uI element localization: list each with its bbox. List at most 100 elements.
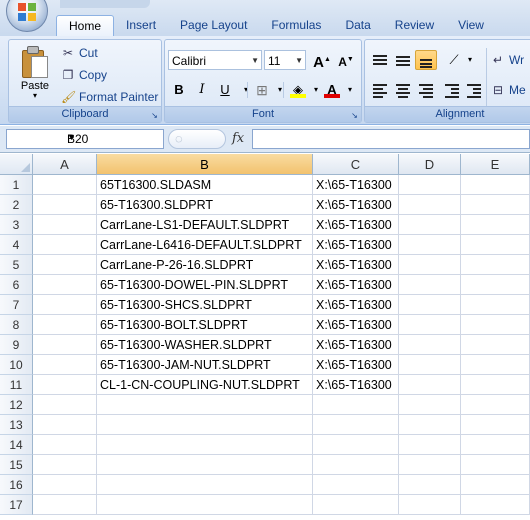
tab-review[interactable]: Review	[383, 15, 446, 36]
cell-d9[interactable]	[399, 335, 461, 355]
cell-d17[interactable]	[399, 495, 461, 515]
cut-button[interactable]: ✂ Cut	[61, 43, 98, 63]
column-header-a[interactable]: A	[33, 154, 97, 175]
row-header[interactable]: 16	[0, 475, 33, 495]
cell-b5[interactable]: CarrLane-P-26-16.SLDPRT	[97, 255, 313, 275]
cell-d5[interactable]	[399, 255, 461, 275]
italic-button[interactable]: I	[191, 80, 213, 100]
cell-a17[interactable]	[33, 495, 97, 515]
font-dialog-launcher-icon[interactable]: ↘	[350, 111, 359, 120]
grow-font-button[interactable]: A▲	[311, 50, 333, 71]
cell-a7[interactable]	[33, 295, 97, 315]
cell-c14[interactable]	[313, 435, 399, 455]
row-header[interactable]: 2	[0, 195, 33, 215]
cell-e2[interactable]	[461, 195, 530, 215]
cell-c5[interactable]: X:\65-T16300	[313, 255, 399, 275]
cell-d16[interactable]	[399, 475, 461, 495]
column-header-d[interactable]: D	[399, 154, 461, 175]
cell-b10[interactable]: 65-T16300-JAM-NUT.SLDPRT	[97, 355, 313, 375]
cell-b15[interactable]	[97, 455, 313, 475]
cell-c7[interactable]: X:\65-T16300	[313, 295, 399, 315]
row-header[interactable]: 13	[0, 415, 33, 435]
cell-b8[interactable]: 65-T16300-BOLT.SLDPRT	[97, 315, 313, 335]
formula-oval-button[interactable]: ◌	[168, 129, 226, 149]
cell-d7[interactable]	[399, 295, 461, 315]
row-header[interactable]: 17	[0, 495, 33, 515]
font-color-dropdown-icon[interactable]: ▾	[339, 80, 361, 100]
row-header[interactable]: 8	[0, 315, 33, 335]
row-header[interactable]: 3	[0, 215, 33, 235]
align-middle-icon[interactable]	[392, 50, 414, 70]
cell-e7[interactable]	[461, 295, 530, 315]
cell-a9[interactable]	[33, 335, 97, 355]
cell-b17[interactable]	[97, 495, 313, 515]
align-bottom-icon[interactable]	[415, 50, 437, 70]
column-header-e[interactable]: E	[461, 154, 530, 175]
merge-center-button[interactable]: ⊟ Me	[491, 80, 526, 100]
cell-b2[interactable]: 65-T16300.SLDPRT	[97, 195, 313, 215]
cell-a4[interactable]	[33, 235, 97, 255]
cell-c9[interactable]: X:\65-T16300	[313, 335, 399, 355]
cell-a14[interactable]	[33, 435, 97, 455]
format-painter-button[interactable]: 🖌 Format Painter	[61, 87, 158, 107]
tab-formulas[interactable]: Formulas	[259, 15, 333, 36]
cell-b7[interactable]: 65-T16300-SHCS.SLDPRT	[97, 295, 313, 315]
shrink-font-button[interactable]: A▼	[335, 50, 357, 70]
align-right-icon[interactable]	[415, 80, 437, 100]
cell-c12[interactable]	[313, 395, 399, 415]
cell-a15[interactable]	[33, 455, 97, 475]
cell-e11[interactable]	[461, 375, 530, 395]
cell-c10[interactable]: X:\65-T16300	[313, 355, 399, 375]
cell-b6[interactable]: 65-T16300-DOWEL-PIN.SLDPRT	[97, 275, 313, 295]
cell-b3[interactable]: CarrLane-LS1-DEFAULT.SLDPRT	[97, 215, 313, 235]
cell-d10[interactable]	[399, 355, 461, 375]
office-button[interactable]	[6, 0, 48, 32]
cell-a2[interactable]	[33, 195, 97, 215]
font-size-combo[interactable]: 11 ▼	[264, 50, 306, 70]
cell-d14[interactable]	[399, 435, 461, 455]
cell-d3[interactable]	[399, 215, 461, 235]
cell-a5[interactable]	[33, 255, 97, 275]
increase-indent-icon[interactable]	[463, 80, 485, 100]
cell-e13[interactable]	[461, 415, 530, 435]
tab-home[interactable]: Home	[56, 15, 115, 37]
cell-c11[interactable]: X:\65-T16300	[313, 375, 399, 395]
cell-e17[interactable]	[461, 495, 530, 515]
column-header-b[interactable]: B	[97, 154, 313, 175]
cell-b9[interactable]: 65-T16300-WASHER.SLDPRT	[97, 335, 313, 355]
cell-a10[interactable]	[33, 355, 97, 375]
cell-e10[interactable]	[461, 355, 530, 375]
cell-a6[interactable]	[33, 275, 97, 295]
cell-e5[interactable]	[461, 255, 530, 275]
chevron-down-icon[interactable]: ▼	[67, 132, 160, 142]
cell-b4[interactable]: CarrLane-L6416-DEFAULT.SLDPRT	[97, 235, 313, 255]
cell-e8[interactable]	[461, 315, 530, 335]
cell-d2[interactable]	[399, 195, 461, 215]
cell-c8[interactable]: X:\65-T16300	[313, 315, 399, 335]
row-header[interactable]: 7	[0, 295, 33, 315]
cell-a13[interactable]	[33, 415, 97, 435]
cell-b16[interactable]	[97, 475, 313, 495]
select-all-button[interactable]	[0, 154, 33, 175]
cell-e15[interactable]	[461, 455, 530, 475]
cell-d6[interactable]	[399, 275, 461, 295]
column-header-c[interactable]: C	[313, 154, 399, 175]
row-header[interactable]: 11	[0, 375, 33, 395]
cell-d8[interactable]	[399, 315, 461, 335]
copy-button[interactable]: ❐ Copy	[61, 65, 107, 85]
paste-button[interactable]: Paste ▾	[15, 44, 55, 106]
insert-function-icon[interactable]: fx	[232, 131, 244, 146]
cell-e12[interactable]	[461, 395, 530, 415]
row-header[interactable]: 1	[0, 175, 33, 195]
align-center-icon[interactable]	[392, 80, 414, 100]
cell-d12[interactable]	[399, 395, 461, 415]
row-header[interactable]: 10	[0, 355, 33, 375]
name-box[interactable]: B20 ▼	[6, 129, 164, 149]
wrap-text-button[interactable]: ↵ Wr	[491, 50, 524, 70]
paste-dropdown-icon[interactable]: ▾	[15, 92, 55, 100]
cell-c16[interactable]	[313, 475, 399, 495]
tab-data[interactable]: Data	[333, 15, 382, 36]
underline-button[interactable]: U	[214, 80, 236, 100]
row-header[interactable]: 15	[0, 455, 33, 475]
cell-c3[interactable]: X:\65-T16300	[313, 215, 399, 235]
